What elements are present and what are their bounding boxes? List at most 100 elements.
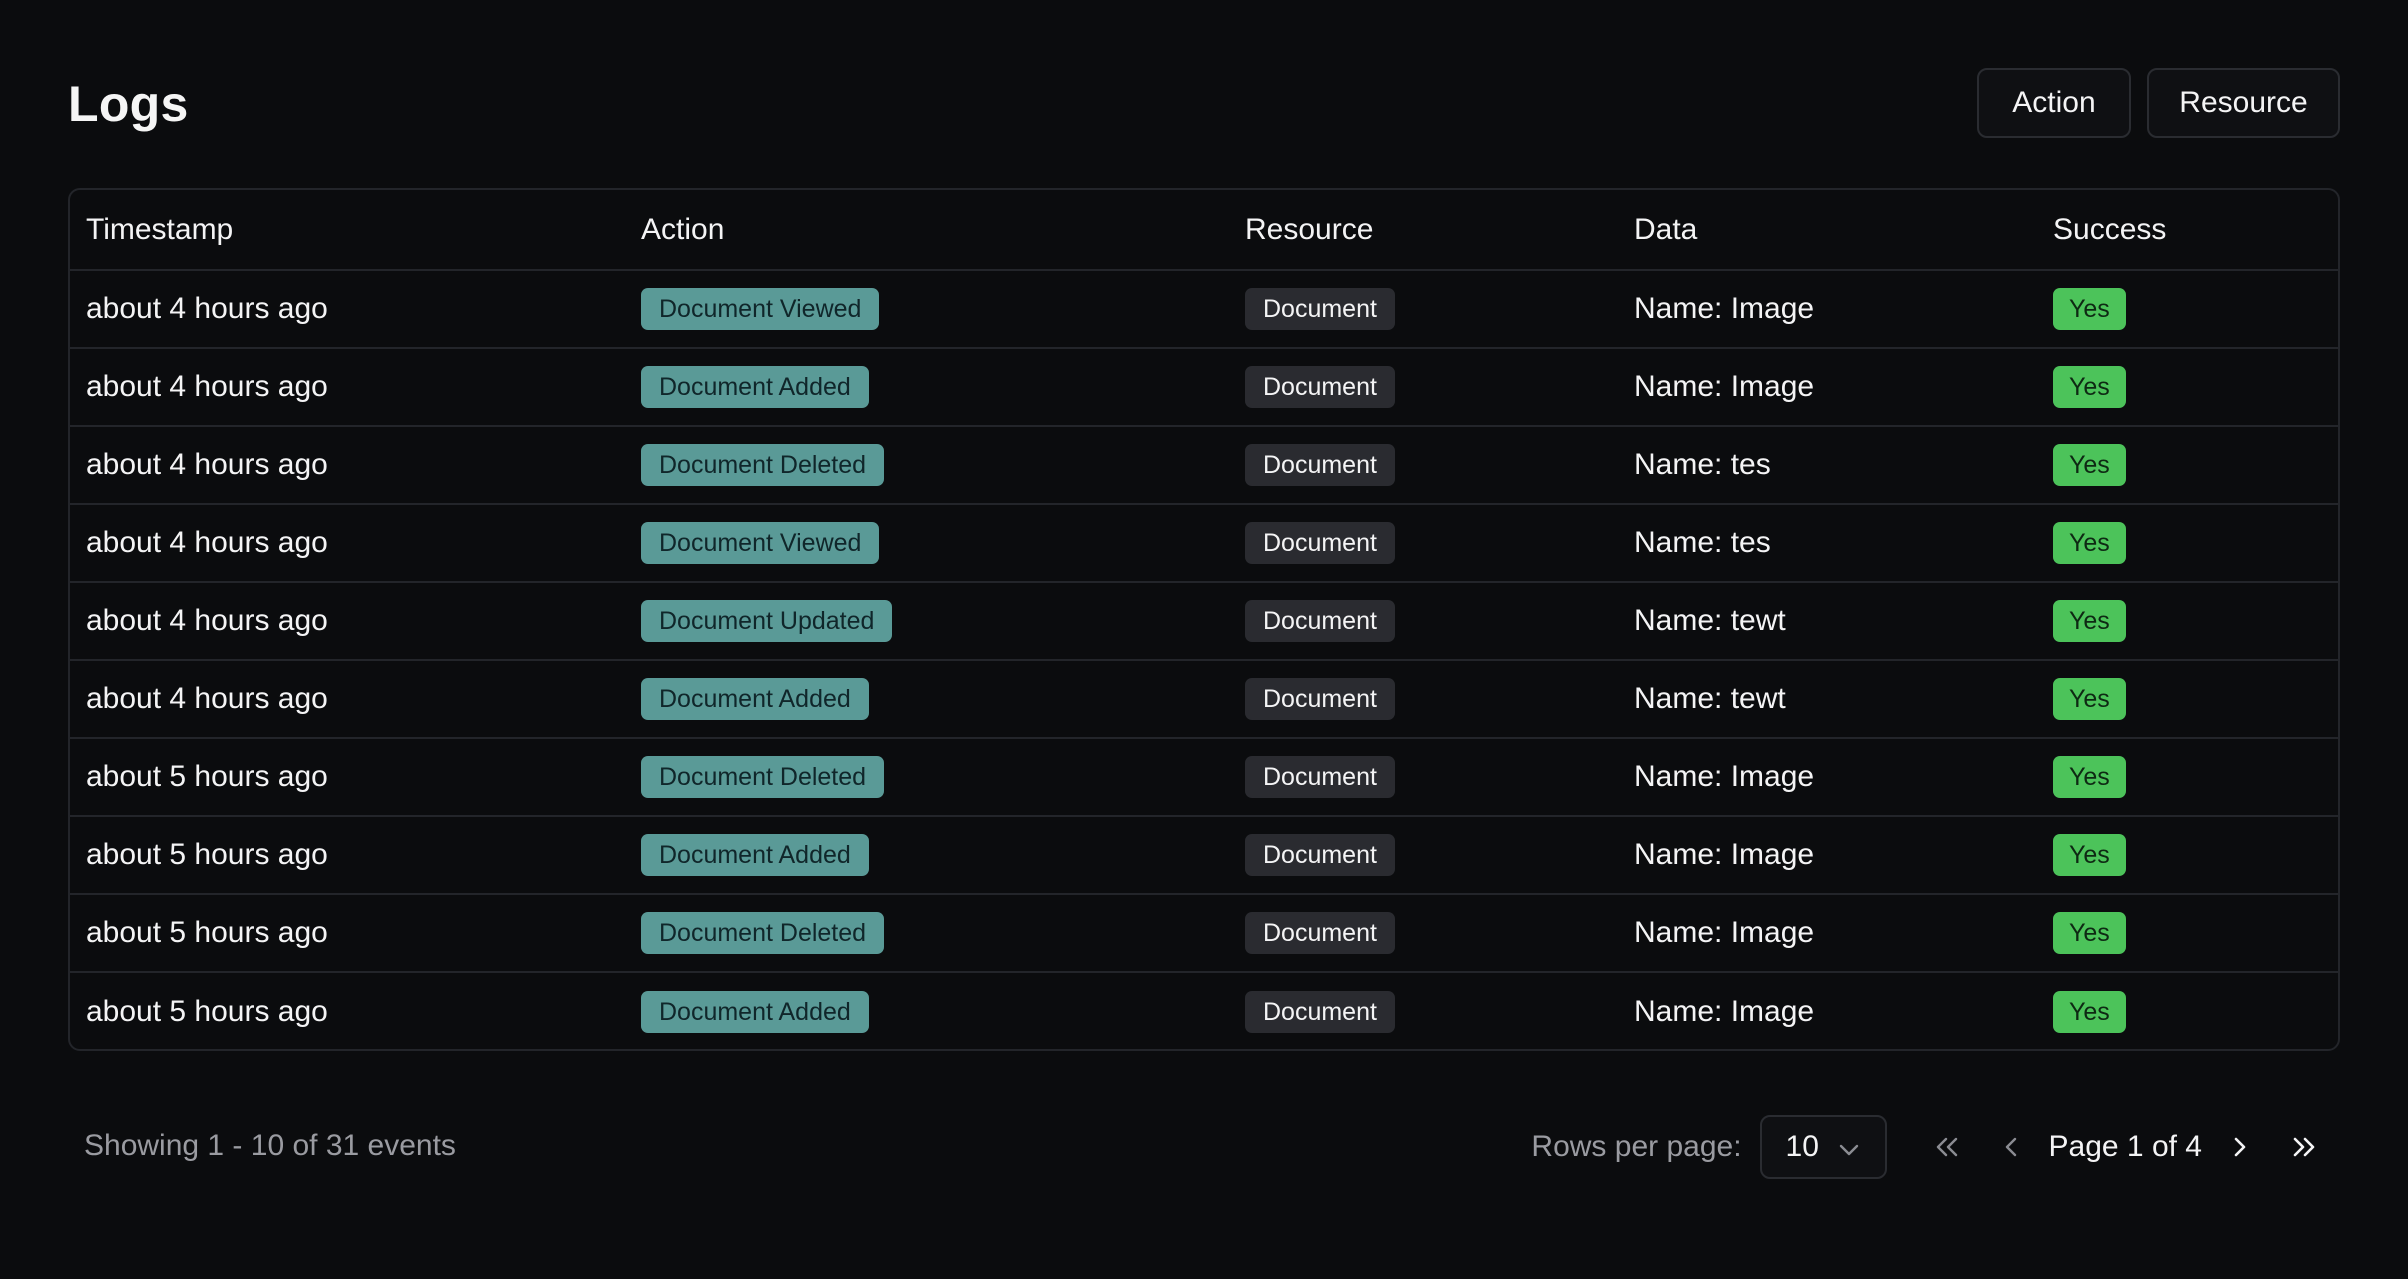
success-badge: Yes xyxy=(2053,600,2126,642)
action-badge: Document Deleted xyxy=(641,912,885,954)
data-cell: Name: Image xyxy=(1634,916,1815,949)
timestamp-cell: about 4 hours ago xyxy=(86,526,328,559)
next-page-button[interactable] xyxy=(2218,1125,2262,1169)
showing-count: Showing 1 - 10 of 31 events xyxy=(84,1129,456,1162)
resource-filter-button[interactable]: Resource xyxy=(2147,68,2340,138)
resource-badge: Document xyxy=(1245,678,1395,720)
column-header-data: Data xyxy=(1618,190,2037,271)
success-cell: Yes xyxy=(2037,660,2338,738)
resource-badge: Document xyxy=(1245,366,1395,408)
table-row: about 4 hours ago Document Added Document N… xyxy=(70,348,2338,426)
data-cell: Name: tes xyxy=(1634,526,1771,559)
action-cell: Document Deleted xyxy=(625,894,1229,972)
data-cell: Name: Image xyxy=(1634,838,1815,871)
first-page-button[interactable] xyxy=(1925,1125,1969,1169)
timestamp-cell: about 5 hours ago xyxy=(86,994,328,1028)
previous-page-button[interactable] xyxy=(1989,1125,2033,1169)
resource-badge: Document xyxy=(1245,522,1395,564)
resource-badge: Document xyxy=(1245,288,1395,330)
chevrons-left-icon xyxy=(1935,1136,1959,1158)
success-cell: Yes xyxy=(2037,582,2338,660)
success-cell: Yes xyxy=(2037,894,2338,972)
table-row: about 4 hours ago Document Deleted Documen… xyxy=(70,426,2338,504)
action-cell: Document Updated xyxy=(625,582,1229,660)
action-filter-button[interactable]: Action xyxy=(1977,68,2131,138)
action-cell: Document Added xyxy=(625,660,1229,738)
data-cell: Name: Image xyxy=(1634,760,1815,793)
action-cell: Document Viewed xyxy=(625,270,1229,348)
resource-badge: Document xyxy=(1245,444,1395,486)
success-badge: Yes xyxy=(2053,366,2126,408)
action-cell: Document Viewed xyxy=(625,504,1229,582)
column-header-success: Success xyxy=(2037,190,2338,271)
action-badge: Document Added xyxy=(641,990,869,1033)
column-header-action: Action xyxy=(625,190,1229,271)
timestamp-cell: about 4 hours ago xyxy=(86,370,328,403)
timestamp-cell: about 4 hours ago xyxy=(86,682,328,715)
success-cell: Yes xyxy=(2037,426,2338,504)
resource-cell: Document xyxy=(1229,738,1618,816)
table-row: about 5 hours ago Document Deleted Documen… xyxy=(70,738,2338,816)
rows-per-page-value: 10 xyxy=(1785,1130,1819,1163)
data-cell: Name: tewt xyxy=(1634,682,1786,715)
success-cell: Yes xyxy=(2037,348,2338,426)
timestamp-cell: about 5 hours ago xyxy=(86,760,328,793)
action-badge: Document Added xyxy=(641,678,869,720)
success-cell: Yes xyxy=(2037,972,2338,1049)
logs-table: Timestamp Action Resource Data Success a… xyxy=(68,188,2340,1051)
table-row: about 5 hours ago Document Deleted Documen… xyxy=(70,894,2338,972)
table-footer: Showing 1 - 10 of 31 events Rows per pag… xyxy=(68,1115,2340,1179)
timestamp-cell: about 4 hours ago xyxy=(86,292,328,325)
table-row: about 4 hours ago Document Added Document N… xyxy=(70,660,2338,738)
last-page-button[interactable] xyxy=(2282,1125,2326,1169)
data-cell: Name: Image xyxy=(1634,370,1815,403)
chevron-down-icon xyxy=(1839,1130,1859,1164)
resource-cell: Document xyxy=(1229,582,1618,660)
action-badge: Document Added xyxy=(641,834,869,876)
action-badge: Document Viewed xyxy=(641,288,880,330)
table-row: about 4 hours ago Document Updated Documen… xyxy=(70,582,2338,660)
success-badge: Yes xyxy=(2053,288,2126,330)
logs-page: Logs Action Resource Timestamp Action Re… xyxy=(0,0,2408,1279)
success-badge: Yes xyxy=(2053,912,2126,954)
pagination: Rows per page: 10 Page 1 of 4 xyxy=(1531,1115,2340,1179)
table-row: about 5 hours ago Document Added Document N… xyxy=(70,816,2338,894)
column-header-timestamp: Timestamp xyxy=(70,190,625,271)
resource-cell: Document xyxy=(1229,972,1618,1049)
page-indicator: Page 1 of 4 xyxy=(2048,1130,2202,1163)
success-badge: Yes xyxy=(2053,678,2126,720)
table-row: about 4 hours ago Document Viewed Document… xyxy=(70,270,2338,348)
table-row: about 5 hours ago Document Added Document N… xyxy=(70,972,2338,1049)
action-cell: Document Added xyxy=(625,816,1229,894)
data-cell: Name: Image xyxy=(1634,994,1815,1028)
success-badge: Yes xyxy=(2053,834,2126,876)
filter-group: Action Resource xyxy=(1977,68,2340,138)
timestamp-cell: about 4 hours ago xyxy=(86,448,328,481)
chevron-left-icon xyxy=(2004,1136,2018,1158)
success-cell: Yes xyxy=(2037,738,2338,816)
resource-cell: Document xyxy=(1229,426,1618,504)
page-header: Logs Action Resource xyxy=(68,68,2340,140)
success-badge: Yes xyxy=(2053,990,2126,1033)
table-row: about 4 hours ago Document Viewed Document… xyxy=(70,504,2338,582)
column-header-resource: Resource xyxy=(1229,190,1618,271)
data-cell: Name: tes xyxy=(1634,448,1771,481)
action-cell: Document Deleted xyxy=(625,426,1229,504)
rows-per-page-label: Rows per page: xyxy=(1531,1130,1742,1163)
table-header-row: Timestamp Action Resource Data Success xyxy=(70,190,2338,271)
success-badge: Yes xyxy=(2053,444,2126,486)
rows-per-page-select[interactable]: 10 xyxy=(1759,1115,1887,1179)
resource-badge: Document xyxy=(1245,756,1395,798)
action-badge: Document Added xyxy=(641,366,869,408)
success-cell: Yes xyxy=(2037,270,2338,348)
action-badge: Document Updated xyxy=(641,600,893,642)
action-badge: Document Deleted xyxy=(641,756,885,798)
resource-cell: Document xyxy=(1229,504,1618,582)
resource-cell: Document xyxy=(1229,660,1618,738)
resource-badge: Document xyxy=(1245,912,1395,954)
action-badge: Document Deleted xyxy=(641,444,885,486)
timestamp-cell: about 5 hours ago xyxy=(86,916,328,949)
chevron-right-icon xyxy=(2233,1136,2247,1158)
resource-cell: Document xyxy=(1229,270,1618,348)
resource-cell: Document xyxy=(1229,894,1618,972)
